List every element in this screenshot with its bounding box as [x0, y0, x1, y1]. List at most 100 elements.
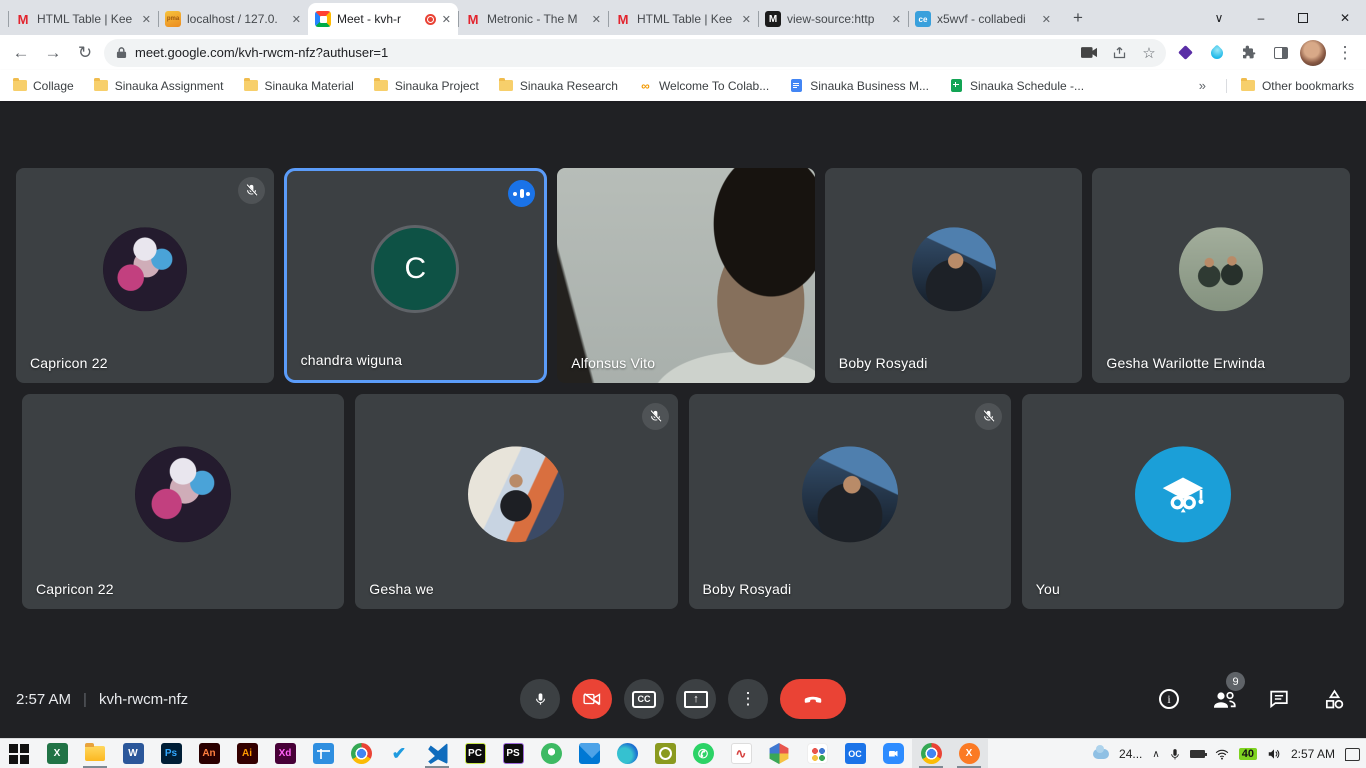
activities-button[interactable]: [1320, 685, 1348, 713]
taskbar-chrome[interactable]: [342, 739, 380, 768]
taskbar-flower[interactable]: [798, 739, 836, 768]
taskbar-file-explorer[interactable]: [76, 739, 114, 768]
participant-tile[interactable]: Boby Rosyadi: [825, 168, 1083, 383]
chat-button[interactable]: [1265, 685, 1293, 713]
tray-expand-icon[interactable]: ∧: [1152, 749, 1159, 760]
browser-tab[interactable]: localhost / 127.0. ✕: [158, 3, 308, 35]
tab-close-icon[interactable]: ✕: [1042, 13, 1051, 26]
browser-menu-icon[interactable]: ⋮: [1332, 40, 1358, 66]
share-icon[interactable]: [1108, 42, 1130, 64]
taskbar-ocam[interactable]: OC: [836, 739, 874, 768]
volume-icon[interactable]: [1267, 748, 1281, 760]
other-bookmarks[interactable]: Other bookmarks: [1226, 79, 1354, 93]
bookmark-item[interactable]: Sinauka Business M...: [789, 79, 929, 93]
taskbar-phpstorm[interactable]: PS: [494, 739, 532, 768]
end-call-button[interactable]: [780, 679, 846, 719]
bookmark-item[interactable]: Collage: [12, 79, 74, 93]
tab-close-icon[interactable]: ✕: [292, 13, 301, 26]
taskbar-excel[interactable]: X: [38, 739, 76, 768]
taskbar-vscode[interactable]: [418, 739, 456, 768]
meeting-info-button[interactable]: i: [1155, 685, 1183, 713]
bookmark-item[interactable]: Sinauka Project: [374, 79, 479, 93]
xampp-icon: X: [959, 743, 980, 764]
tab-close-icon[interactable]: ✕: [742, 13, 751, 26]
taskbar-calendar[interactable]: [304, 739, 342, 768]
captions-button[interactable]: CC: [624, 679, 664, 719]
participant-tile[interactable]: Gesha we: [355, 394, 677, 609]
meeting-details[interactable]: 2:57 AM | kvh-rwcm-nfz: [16, 691, 188, 708]
participant-tile[interactable]: Gesha Warilotte Erwinda: [1092, 168, 1350, 383]
more-options-button[interactable]: ⋮: [728, 679, 768, 719]
reload-button[interactable]: ↻: [72, 40, 98, 66]
taskbar-photoshop[interactable]: Ps: [152, 739, 190, 768]
tray-mic-icon[interactable]: [1170, 748, 1180, 761]
present-button[interactable]: ↑: [676, 679, 716, 719]
browser-tab[interactable]: x5wvf - collabedi ✕: [908, 3, 1058, 35]
bookmark-item[interactable]: Welcome To Colab...: [638, 79, 769, 93]
taskbar-whatsapp[interactable]: [684, 739, 722, 768]
taskbar-xd[interactable]: Xd: [266, 739, 304, 768]
taskbar-scribble[interactable]: [722, 739, 760, 768]
participant-tile[interactable]: C chandra wiguna: [284, 168, 548, 383]
tab-close-icon[interactable]: ✕: [892, 13, 901, 26]
taskbar-chrome[interactable]: [912, 739, 950, 768]
close-button[interactable]: ✕: [1324, 0, 1366, 35]
taskbar-green-app[interactable]: [532, 739, 570, 768]
browser-tab[interactable]: HTML Table | Kee ✕: [8, 3, 158, 35]
present-icon: ↑: [684, 691, 708, 708]
tab-close-icon[interactable]: ✕: [442, 13, 451, 26]
browser-tab[interactable]: view-source:http ✕: [758, 3, 908, 35]
battery-icon[interactable]: [1190, 750, 1205, 758]
camera-in-use-icon[interactable]: [1078, 42, 1100, 64]
participant-tile[interactable]: Capricon 22: [16, 168, 274, 383]
forward-button[interactable]: →: [40, 40, 66, 66]
participant-tile[interactable]: Alfonsus Vito: [557, 168, 815, 383]
bookmark-item[interactable]: Sinauka Assignment: [94, 79, 224, 93]
mic-button[interactable]: [520, 679, 560, 719]
tab-search-icon[interactable]: ∨: [1198, 0, 1240, 35]
tab-close-icon[interactable]: ✕: [142, 13, 151, 26]
weather-cloud-icon[interactable]: [1093, 749, 1109, 759]
bookmark-item[interactable]: Sinauka Research: [499, 79, 618, 93]
restore-button[interactable]: [1282, 0, 1324, 35]
taskbar-start[interactable]: [0, 739, 38, 768]
browser-tab[interactable]: Metronic - The M ✕: [458, 3, 608, 35]
minimize-button[interactable]: –: [1240, 0, 1282, 35]
bookmark-star-icon[interactable]: ☆: [1138, 42, 1160, 64]
taskbar-word[interactable]: W: [114, 739, 152, 768]
taskbar-mail[interactable]: [570, 739, 608, 768]
extension-drop-icon[interactable]: [1204, 40, 1230, 66]
taskbar-xampp[interactable]: X: [950, 739, 988, 768]
taskbar-pycharm[interactable]: PC: [456, 739, 494, 768]
extension-diamond-icon[interactable]: [1172, 40, 1198, 66]
bookmarks-overflow-icon[interactable]: »: [1199, 78, 1206, 93]
tab-close-icon[interactable]: ✕: [592, 13, 601, 26]
weather-temp[interactable]: 24...: [1119, 747, 1142, 761]
participant-tile[interactable]: You: [1022, 394, 1344, 609]
taskbar-zoom[interactable]: [874, 739, 912, 768]
camera-off-button[interactable]: [572, 679, 612, 719]
taskbar-recorder[interactable]: [646, 739, 684, 768]
profile-avatar[interactable]: [1300, 40, 1326, 66]
action-center-icon[interactable]: [1345, 748, 1360, 761]
back-button[interactable]: ←: [8, 40, 34, 66]
taskbar-edge[interactable]: [608, 739, 646, 768]
new-tab-button[interactable]: +: [1064, 4, 1092, 32]
battery-percent-badge[interactable]: 40: [1239, 748, 1257, 760]
bookmark-item[interactable]: Sinauka Material: [243, 79, 353, 93]
taskbar-illustrator[interactable]: Ai: [228, 739, 266, 768]
browser-tab[interactable]: Meet - kvh-r ✕: [308, 3, 458, 35]
address-bar[interactable]: meet.google.com/kvh-rwcm-nfz?authuser=1 …: [104, 39, 1166, 67]
side-panel-icon[interactable]: [1268, 40, 1294, 66]
browser-tab[interactable]: HTML Table | Kee ✕: [608, 3, 758, 35]
participants-button[interactable]: 9: [1210, 685, 1238, 713]
participant-tile[interactable]: Capricon 22: [22, 394, 344, 609]
tray-clock[interactable]: 2:57 AM: [1291, 747, 1335, 761]
wifi-icon[interactable]: [1215, 749, 1229, 760]
extensions-puzzle-icon[interactable]: [1236, 40, 1262, 66]
participant-tile[interactable]: Boby Rosyadi: [689, 394, 1011, 609]
taskbar-animate[interactable]: An: [190, 739, 228, 768]
taskbar-hexagon[interactable]: [760, 739, 798, 768]
bookmark-item[interactable]: Sinauka Schedule -...: [949, 79, 1084, 93]
taskbar-check[interactable]: [380, 739, 418, 768]
